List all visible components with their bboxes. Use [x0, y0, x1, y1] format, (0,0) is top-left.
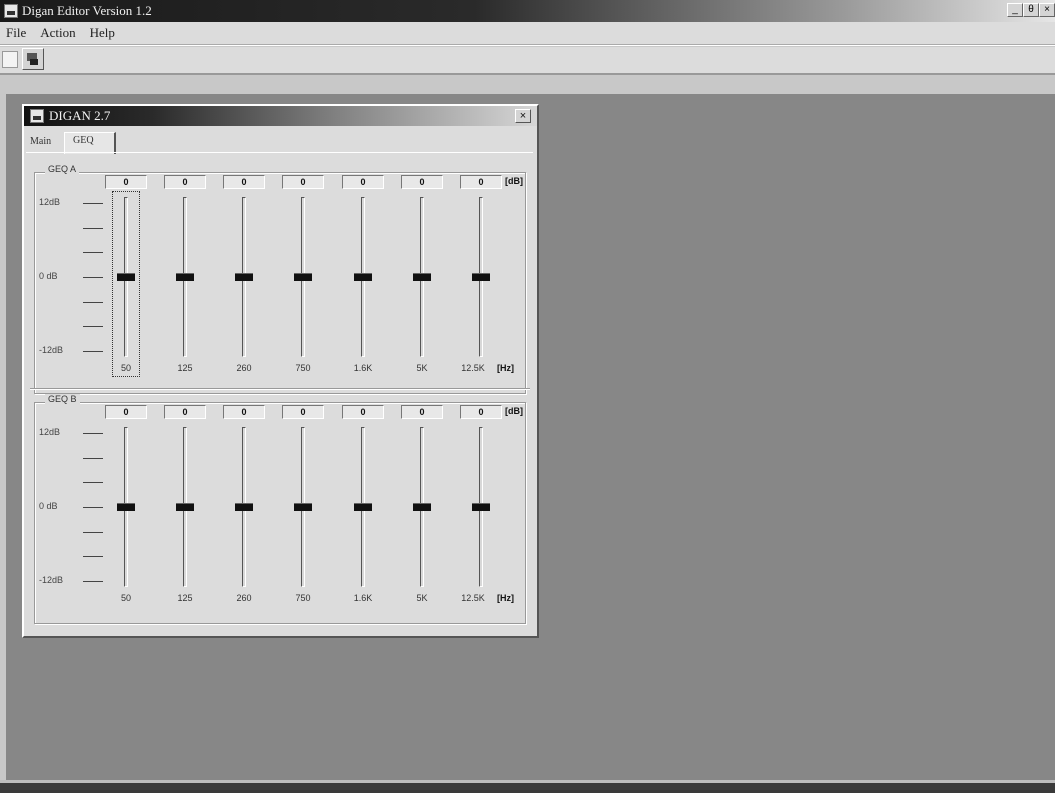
scale-label: 0 dB	[39, 501, 58, 511]
scale-tick	[83, 301, 103, 303]
child-titlebar[interactable]: DIGAN 2.7 ×	[24, 106, 537, 126]
scale-label: 12dB	[39, 427, 61, 437]
scale-tick	[83, 507, 103, 508]
slider-thumb[interactable]	[472, 273, 490, 281]
band-frequency-label: 50	[120, 593, 132, 603]
gain-value-field[interactable]: 0	[164, 405, 206, 419]
scale-label: 0 dB	[39, 271, 58, 281]
gain-value-field[interactable]: 0	[223, 175, 265, 189]
band-frequency-label: 260	[236, 593, 252, 603]
slider-thumb[interactable]	[117, 503, 135, 511]
scale-tick	[83, 252, 103, 254]
slider-thumb[interactable]	[354, 273, 372, 281]
hz-unit-label: [Hz]	[497, 593, 514, 603]
gain-value-field[interactable]: 0	[460, 405, 502, 419]
geq-a-panel: GEQ A 12dB 0 dB -12dB 0 50 0 125 0 260 0 750 0 1.6K 0…	[34, 164, 526, 394]
child-window-icon	[30, 109, 44, 123]
scale-tick	[83, 433, 103, 434]
band-frequency-label: 125	[177, 593, 193, 603]
minimize-button[interactable]: _	[1007, 3, 1023, 17]
geq-b-label: GEQ B	[45, 394, 80, 404]
scale-tick	[83, 227, 103, 229]
scale-label: -12dB	[39, 345, 64, 355]
gain-value-field[interactable]: 0	[282, 175, 324, 189]
gain-value-field[interactable]: 0	[223, 405, 265, 419]
gain-value-field[interactable]: 0	[282, 405, 324, 419]
gain-value-field[interactable]: 0	[164, 175, 206, 189]
app-titlebar[interactable]: Digan Editor Version 1.2 _ θ ×	[0, 0, 1055, 22]
db-unit-label: [dB]	[505, 406, 523, 416]
maximize-button[interactable]: θ	[1023, 3, 1039, 17]
geq-divider	[30, 388, 530, 390]
close-button[interactable]: ×	[1039, 3, 1055, 17]
db-unit-label: [dB]	[505, 176, 523, 186]
toolbar-border	[0, 73, 1055, 75]
menu-action[interactable]: Action	[40, 25, 75, 41]
scale-tick	[83, 326, 103, 328]
print-icon[interactable]	[22, 48, 44, 70]
scale-tick	[83, 581, 103, 582]
menu-file[interactable]: File	[6, 25, 26, 41]
tab-strip-line	[26, 152, 533, 153]
menubar-separator	[0, 44, 1055, 46]
scale-tick	[83, 457, 103, 459]
child-title: DIGAN 2.7	[49, 108, 111, 123]
band-frequency-label: 1.6K	[353, 363, 373, 373]
slider-thumb[interactable]	[235, 273, 253, 281]
slider-thumb[interactable]	[176, 503, 194, 511]
scale-tick	[83, 277, 103, 278]
gain-value-field[interactable]: 0	[105, 175, 147, 189]
scale-label: -12dB	[39, 575, 64, 585]
slider-thumb[interactable]	[176, 273, 194, 281]
slider-thumb[interactable]	[235, 503, 253, 511]
window-controls: _ θ ×	[1007, 3, 1055, 17]
scale-tick	[83, 556, 103, 558]
band-frequency-label: 1.6K	[353, 593, 373, 603]
scale-tick	[83, 203, 103, 204]
band-frequency-label: 12.5K	[461, 363, 485, 373]
slider-thumb[interactable]	[413, 273, 431, 281]
gain-value-field[interactable]: 0	[401, 175, 443, 189]
menubar: File Action Help	[0, 22, 1055, 44]
band-frequency-label: 5K	[416, 593, 428, 603]
slider-thumb[interactable]	[413, 503, 431, 511]
toolbar	[0, 47, 1055, 73]
gain-value-field[interactable]: 0	[460, 175, 502, 189]
gain-value-field[interactable]: 0	[342, 405, 384, 419]
app-title: Digan Editor Version 1.2	[22, 3, 152, 18]
slider-thumb[interactable]	[294, 273, 312, 281]
geq-a-label: GEQ A	[45, 164, 80, 174]
scale-label: 12dB	[39, 197, 61, 207]
band-frequency-label: 12.5K	[461, 593, 485, 603]
band-frequency-label: 750	[295, 363, 311, 373]
menu-help[interactable]: Help	[90, 25, 115, 41]
band-frequency-label: 750	[295, 593, 311, 603]
gain-value-field[interactable]: 0	[401, 405, 443, 419]
band-frequency-label: 125	[177, 363, 193, 373]
scale-tick	[83, 531, 103, 533]
band-frequency-label: 260	[236, 363, 252, 373]
slider-thumb[interactable]	[294, 503, 312, 511]
digan-child-window: DIGAN 2.7 × Main GEQ GEQ A 12dB 0 dB -12dB…	[22, 104, 539, 638]
slider-thumb[interactable]	[472, 503, 490, 511]
status-bar	[0, 780, 1055, 793]
hz-unit-label: [Hz]	[497, 363, 514, 373]
slider-thumb[interactable]	[354, 503, 372, 511]
band-frequency-label: 5K	[416, 363, 428, 373]
app-icon	[4, 4, 18, 18]
child-close-button[interactable]: ×	[515, 109, 531, 123]
gain-value-field[interactable]: 0	[105, 405, 147, 419]
new-document-icon[interactable]	[2, 51, 18, 68]
tab-main[interactable]: Main	[30, 134, 60, 152]
geq-b-panel: GEQ B 12dB 0 dB -12dB 0 50 0 125 0 260 0 750 0 1.6K 0…	[34, 394, 526, 624]
scale-tick	[83, 482, 103, 484]
slider-focus-outline	[112, 191, 140, 377]
scale-tick	[83, 351, 103, 352]
tab-geq[interactable]: GEQ	[64, 132, 116, 154]
gain-value-field[interactable]: 0	[342, 175, 384, 189]
